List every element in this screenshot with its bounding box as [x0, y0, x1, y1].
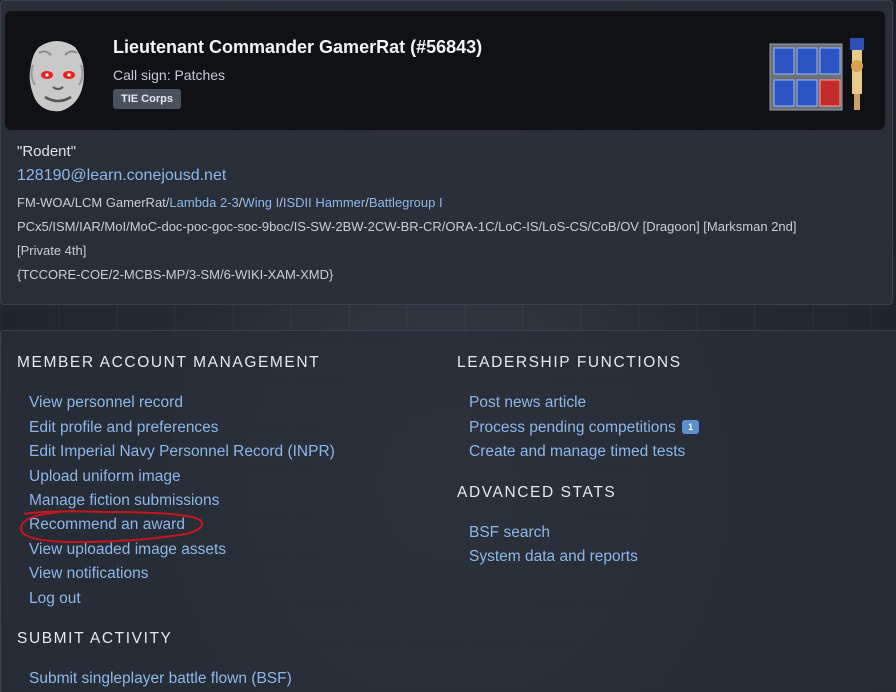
manage-fiction-link[interactable]: Manage fiction submissions [29, 492, 219, 510]
advanced-stats-heading: ADVANCED STATS [457, 484, 617, 501]
id-line-position: FM-WOA/LCM GamerRat/Lambda 2-3/Wing I/IS… [17, 195, 443, 210]
rank: Lieutenant Commander [113, 37, 315, 57]
medals-ribbon-icon [769, 38, 864, 111]
edit-inpr-link[interactable]: Edit Imperial Navy Personnel Record (INP… [29, 443, 335, 461]
id-line-awards: PCx5/ISM/IAR/MoI/MoC-doc-poc-goc-soc-9bo… [17, 219, 797, 234]
submit-activity-heading: SUBMIT ACTIVITY [17, 630, 173, 647]
profile-header: Lieutenant Commander GamerRat (#56843) C… [5, 11, 885, 130]
callsign: Call sign: Patches [113, 67, 226, 83]
email-link[interactable]: 128190@learn.conejousd.net [17, 167, 877, 191]
member-name: GamerRat [319, 37, 406, 57]
profile-body: "Rodent" 128190@learn.conejousd.net FM-W… [17, 143, 877, 287]
edit-profile-link[interactable]: Edit profile and preferences [29, 419, 219, 437]
id-line-awards-cont: [Private 4th] [17, 243, 87, 258]
upload-uniform-link[interactable]: Upload uniform image [29, 468, 181, 486]
unit-badge[interactable]: TIE Corps [113, 89, 181, 109]
member-account-heading: MEMBER ACCOUNT MANAGEMENT [17, 354, 321, 371]
process-competitions-link[interactable]: Process pending competitions [469, 419, 676, 436]
link-ship[interactable]: ISDII Hammer [283, 195, 365, 210]
id-line-training: {TCCORE-COE/2-MCBS-MP/3-SM/6-WIKI-XAM-XM… [17, 267, 334, 282]
pin-number: (#56843) [410, 37, 483, 57]
position-prefix: FM-WOA/LCM GamerRat/ [17, 195, 170, 210]
nickname: "Rodent" [17, 143, 77, 160]
link-wing[interactable]: Wing I [242, 195, 279, 210]
system-data-link[interactable]: System data and reports [469, 548, 638, 566]
view-image-assets-link[interactable]: View uploaded image assets [29, 541, 226, 559]
bsf-search-link[interactable]: BSF search [469, 524, 550, 542]
avatar[interactable] [25, 35, 89, 115]
profile-name: Lieutenant Commander GamerRat (#56843) [113, 37, 482, 58]
process-competitions-item: Process pending competitions 1 [469, 419, 700, 437]
leadership-heading: LEADERSHIP FUNCTIONS [457, 354, 682, 371]
log-out-link[interactable]: Log out [29, 590, 81, 608]
recommend-award-link[interactable]: Recommend an award [29, 516, 185, 534]
management-panel: MEMBER ACCOUNT MANAGEMENT View personnel… [0, 330, 896, 692]
pending-count-badge: 1 [682, 420, 700, 434]
submit-bsf-link[interactable]: Submit singleplayer battle flown (BSF) [29, 670, 292, 688]
view-personnel-record-link[interactable]: View personnel record [29, 394, 183, 412]
post-news-link[interactable]: Post news article [469, 394, 586, 412]
view-notifications-link[interactable]: View notifications [29, 565, 148, 583]
timed-tests-link[interactable]: Create and manage timed tests [469, 443, 685, 461]
link-lambda[interactable]: Lambda 2-3 [169, 195, 238, 210]
profile-card: Lieutenant Commander GamerRat (#56843) C… [0, 0, 893, 305]
link-battlegroup[interactable]: Battlegroup I [369, 195, 443, 210]
